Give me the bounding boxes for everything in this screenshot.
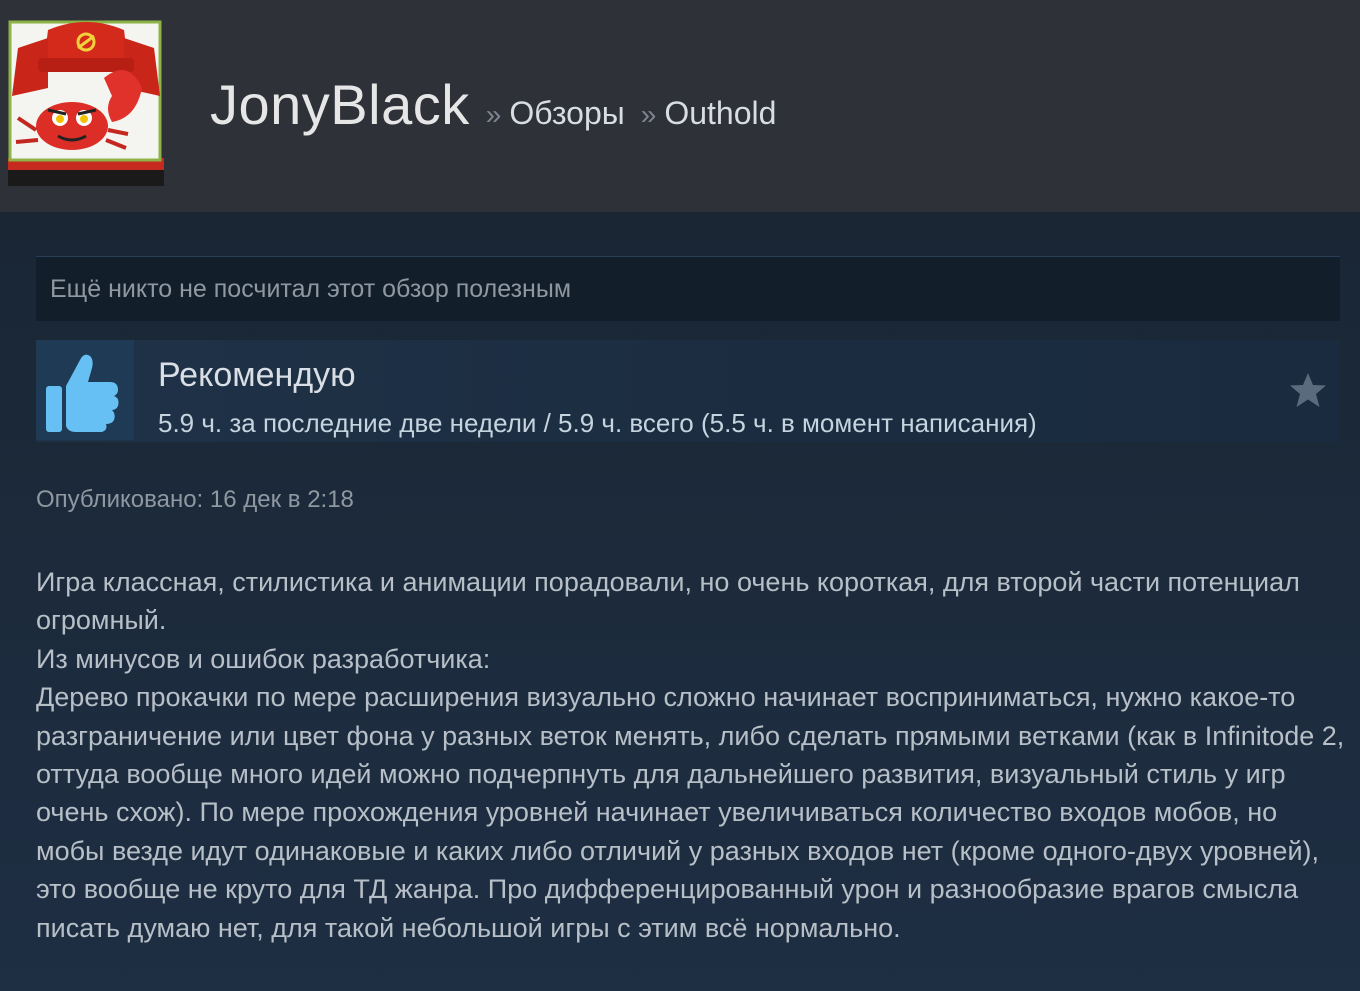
breadcrumb-separator: »: [640, 99, 657, 130]
recommendation-verdict: Рекомендую: [158, 356, 356, 394]
thumbs-up-icon: [36, 340, 134, 440]
review-paragraph: Из минусов и ошибок разработчика:: [36, 643, 491, 674]
breadcrumb-separator: »: [485, 99, 502, 130]
playtime-info: 5.9 ч. за последние две недели / 5.9 ч. …: [158, 408, 1037, 438]
review-paragraph: Игра классная, стилистика и анимации пор…: [36, 567, 1300, 636]
profile-header: JonyBlack » Обзоры » Outhold: [0, 0, 1360, 212]
avatar-crab-with-ushanka-icon[interactable]: [8, 18, 164, 188]
review-recommendation-header: Рекомендую 5.9 ч. за последние две недел…: [36, 340, 1340, 442]
review-text: Игра классная, стилистика и анимации пор…: [36, 563, 1346, 947]
breadcrumb-game-link[interactable]: Outhold: [664, 95, 776, 132]
helpful-count-text: Ещё никто не посчитал этот обзор полезны…: [50, 274, 572, 303]
posted-date: Опубликовано: 16 дек в 2:18: [36, 486, 354, 513]
review-paragraph: Дерево прокачки по мере расширения визуа…: [36, 682, 1345, 943]
breadcrumb: JonyBlack » Обзоры » Outhold: [210, 72, 776, 136]
star-icon[interactable]: [1288, 370, 1328, 410]
profile-name-link[interactable]: JonyBlack: [210, 72, 470, 137]
breadcrumb-reviews-link[interactable]: Обзоры: [509, 95, 624, 132]
helpful-count-bar: Ещё никто не посчитал этот обзор полезны…: [36, 256, 1340, 321]
